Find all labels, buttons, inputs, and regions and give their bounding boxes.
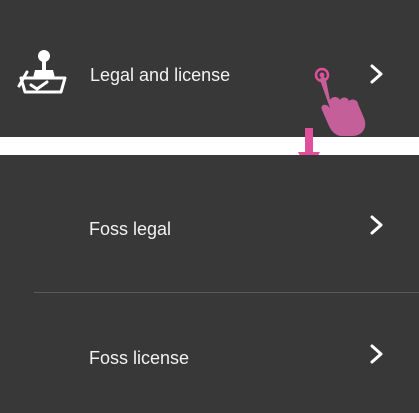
chevron-right-icon	[370, 344, 383, 364]
menu-item-label: Foss legal	[89, 219, 172, 239]
menu-item-foss-license[interactable]: Foss license	[0, 292, 419, 413]
submenu-panel: Foss legal Foss license	[0, 155, 419, 413]
menu-item-label: Foss license	[89, 348, 190, 368]
chevron-right-icon	[370, 215, 383, 235]
legal-stamp-icon	[17, 50, 67, 94]
tap-hand-icon	[314, 67, 366, 136]
menu-item-foss-legal[interactable]: Foss legal	[0, 155, 419, 292]
menu-item-label: Legal and license	[90, 65, 231, 85]
